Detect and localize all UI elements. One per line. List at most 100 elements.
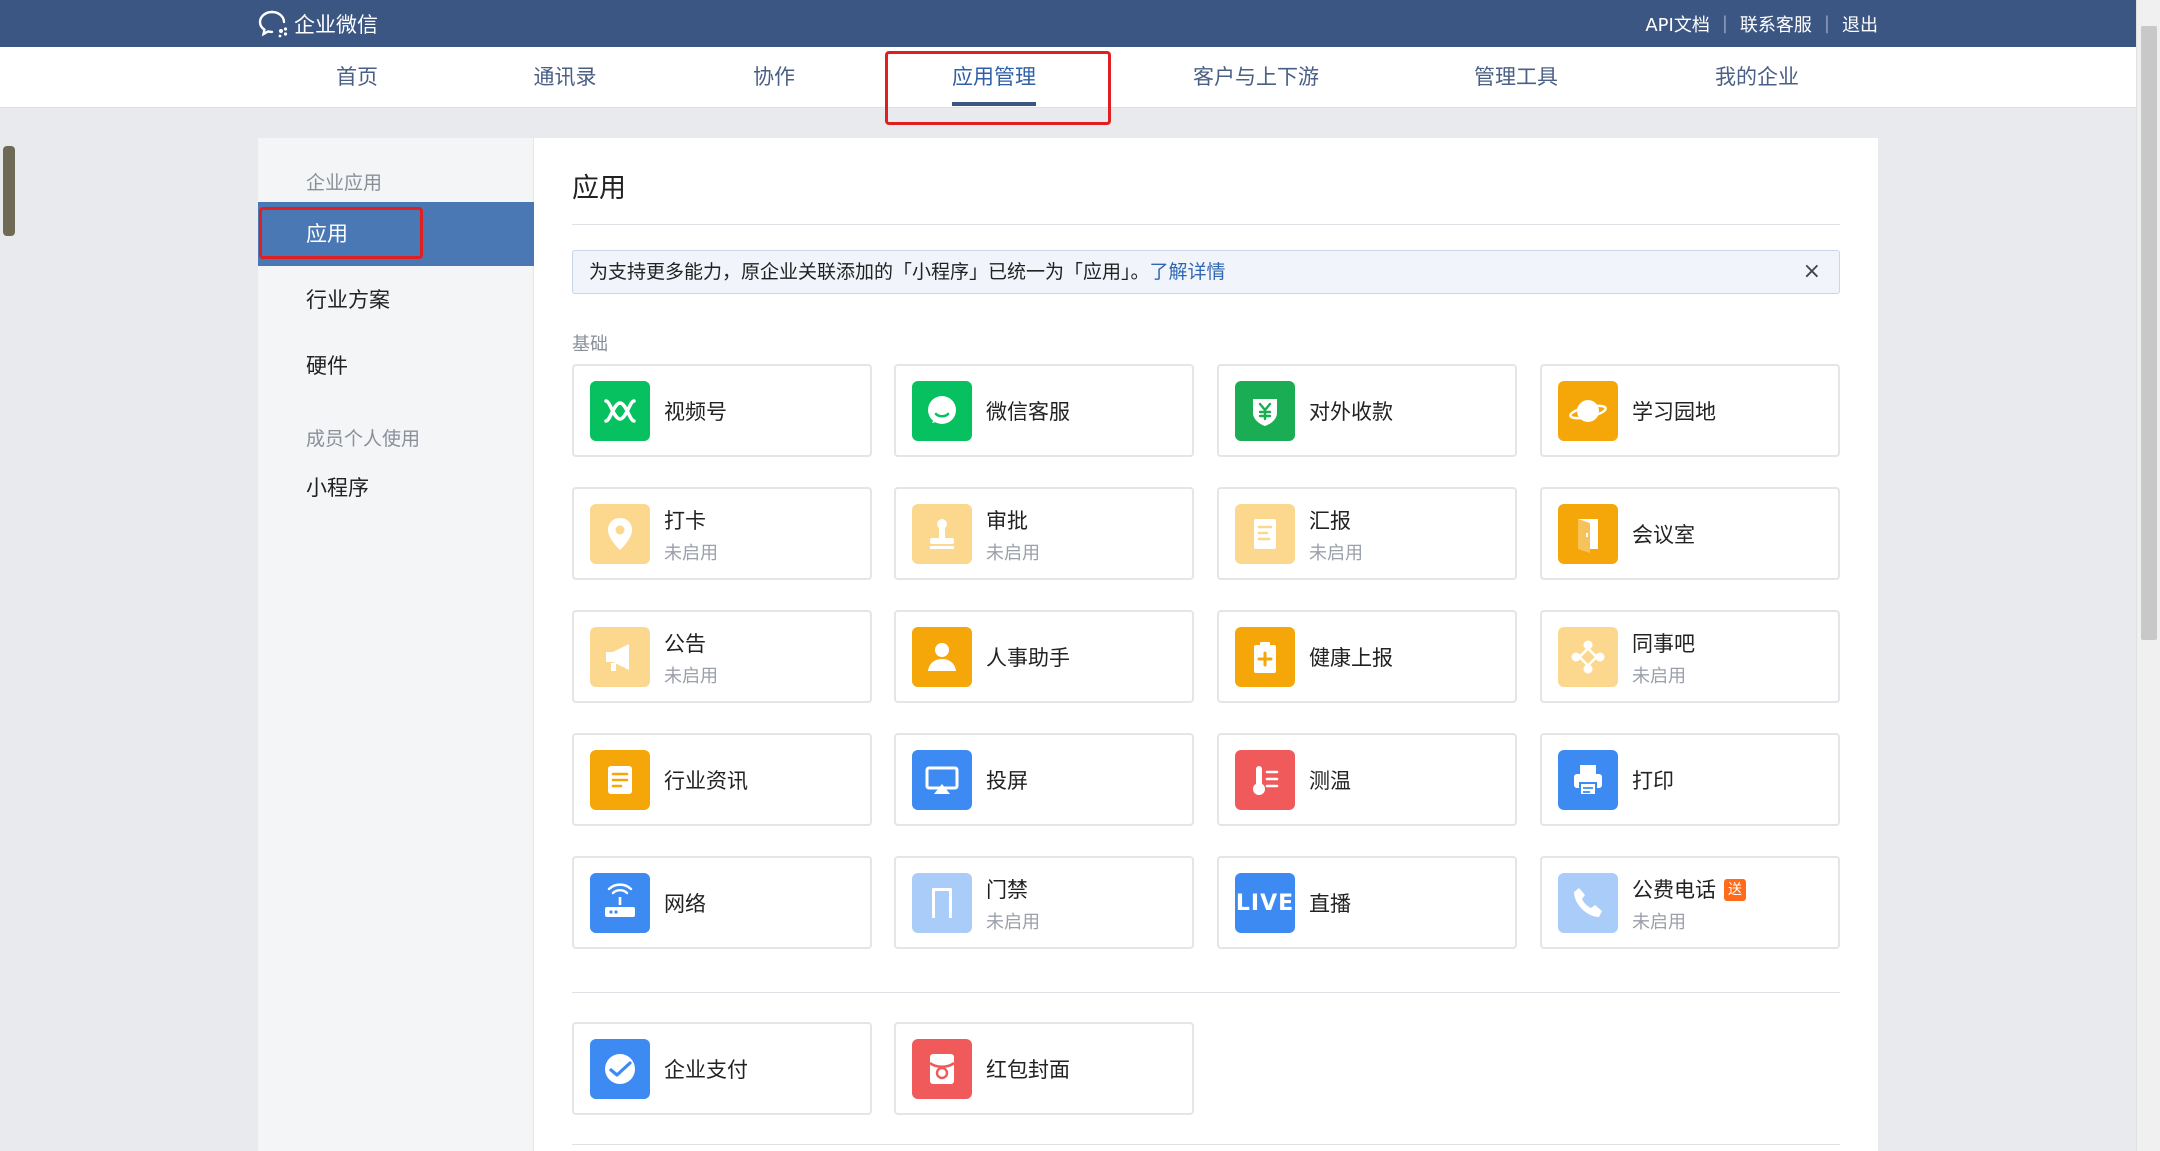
report-icon [1235, 504, 1295, 564]
app-tile[interactable]: 打印 [1540, 733, 1840, 826]
sidebar-group-personal-use: 成员个人使用 [306, 428, 421, 450]
access-door-icon [912, 873, 972, 933]
contact-support-link[interactable]: 联系客服 [1740, 11, 1812, 37]
app-tile[interactable]: 对外收款 [1217, 364, 1517, 457]
wecom-logo[interactable]: 企业微信 [258, 9, 378, 39]
app-name: 审批 [986, 505, 1028, 535]
nav-customers[interactable]: 客户与上下游 [1193, 47, 1319, 108]
section-label-basic: 基础 [572, 334, 608, 355]
sidebar-item-mini-programs[interactable]: 小程序 [258, 456, 534, 520]
payment-icon [1235, 381, 1295, 441]
left-scroll-handle[interactable] [3, 146, 15, 236]
app-name-text: 投屏 [986, 769, 1028, 793]
printer-icon [1558, 750, 1618, 810]
sidebar-item-apps[interactable]: 应用 [258, 202, 534, 266]
app-name-text: 测温 [1309, 769, 1351, 793]
app-name: 红包封面 [986, 1054, 1070, 1084]
app-name-text: 打卡 [664, 509, 706, 533]
app-tile[interactable]: 人事助手 [894, 610, 1194, 703]
app-name: 汇报 [1309, 505, 1351, 535]
app-tile[interactable]: 微信客服 [894, 364, 1194, 457]
app-tile[interactable]: 门禁 未启用 [894, 856, 1194, 949]
nav-home[interactable]: 首页 [336, 47, 378, 108]
phone-icon [1558, 873, 1618, 933]
app-status: 未启用 [1632, 666, 1686, 687]
screen-cast-icon [912, 750, 972, 810]
app-status: 未启用 [664, 543, 718, 564]
page-title: 应用 [572, 173, 626, 204]
link-separator: | [1823, 13, 1830, 34]
scrollbar-thumb[interactable] [2141, 26, 2157, 640]
app-tile[interactable]: LIVE 直播 [1217, 856, 1517, 949]
nav-collaboration[interactable]: 协作 [753, 47, 795, 108]
app-tile[interactable]: 公费电话送未启用 [1540, 856, 1840, 949]
wecom-logo-icon [258, 10, 288, 38]
close-icon[interactable]: × [1803, 251, 1821, 293]
app-tile[interactable]: 汇报 未启用 [1217, 487, 1517, 580]
app-name-text: 审批 [986, 509, 1028, 533]
sidebar-group-enterprise-apps: 企业应用 [306, 172, 383, 194]
app-name: 对外收款 [1309, 396, 1393, 426]
app-status: 未启用 [1632, 912, 1686, 933]
app-tile[interactable]: 会议室 [1540, 487, 1840, 580]
enterprise-pay-icon [590, 1039, 650, 1099]
app-tile[interactable]: 健康上报 [1217, 610, 1517, 703]
nav-my-company[interactable]: 我的企业 [1715, 47, 1799, 108]
app-name: 打卡 [664, 505, 706, 535]
nav-contacts[interactable]: 通讯录 [534, 47, 597, 108]
gift-badge: 送 [1724, 879, 1746, 901]
app-name-text: 红包封面 [986, 1058, 1070, 1082]
app-status: 未启用 [986, 912, 1040, 933]
app-tile[interactable]: 红包封面 [894, 1022, 1194, 1115]
app-name-text: 直播 [1309, 892, 1351, 916]
app-tile[interactable]: 投屏 [894, 733, 1194, 826]
app-name: 测温 [1309, 765, 1351, 795]
app-name: 微信客服 [986, 396, 1070, 426]
vertical-scrollbar[interactable] [2136, 0, 2160, 1151]
app-tile[interactable]: 同事吧 未启用 [1540, 610, 1840, 703]
app-name: 网络 [664, 888, 706, 918]
app-name-text: 汇报 [1309, 509, 1351, 533]
sidebar-item-industry-solutions[interactable]: 行业方案 [258, 268, 534, 332]
title-divider [572, 224, 1840, 225]
app-name-text: 会议室 [1632, 523, 1695, 547]
app-name-text: 对外收款 [1309, 400, 1393, 424]
medical-clipboard-icon [1235, 627, 1295, 687]
app-tile[interactable]: 网络 [572, 856, 872, 949]
main-card: 企业应用 应用 行业方案 硬件 成员个人使用 小程序 应用 为支持更多能力，原企… [258, 138, 1878, 1151]
router-icon [590, 873, 650, 933]
app-name: 门禁 [986, 874, 1028, 904]
header-links: API文档 | 联系客服 | 退出 [1645, 0, 1878, 47]
door-icon [1558, 504, 1618, 564]
sidebar-item-hardware[interactable]: 硬件 [258, 334, 534, 398]
live-icon: LIVE [1235, 873, 1295, 933]
link-separator: | [1721, 13, 1728, 34]
app-tile[interactable]: 行业资讯 [572, 733, 872, 826]
app-tile[interactable]: 打卡 未启用 [572, 487, 872, 580]
app-name: 人事助手 [986, 642, 1070, 672]
app-name: 公告 [664, 628, 706, 658]
app-name: 企业支付 [664, 1054, 748, 1084]
app-name: 学习园地 [1632, 396, 1716, 426]
app-tile[interactable]: 视频号 [572, 364, 872, 457]
planet-icon [1558, 381, 1618, 441]
app-name: 健康上报 [1309, 642, 1393, 672]
app-name: 同事吧 [1632, 628, 1695, 658]
notice-learn-more-link[interactable]: 了解详情 [1150, 261, 1226, 283]
nav-app-management[interactable]: 应用管理 [952, 47, 1036, 108]
app-tile[interactable]: 企业支付 [572, 1022, 872, 1115]
app-tile[interactable]: 测温 [1217, 733, 1517, 826]
app-tile[interactable]: 学习园地 [1540, 364, 1840, 457]
nav-admin-tools[interactable]: 管理工具 [1474, 47, 1558, 108]
sidebar: 企业应用 应用 行业方案 硬件 成员个人使用 小程序 [258, 138, 534, 1151]
app-name-text: 视频号 [664, 400, 727, 424]
app-name-text: 企业支付 [664, 1058, 748, 1082]
app-tile[interactable]: 审批 未启用 [894, 487, 1194, 580]
channels-icon [590, 381, 650, 441]
stamp-icon [912, 504, 972, 564]
api-docs-link[interactable]: API文档 [1645, 11, 1709, 37]
app-name-text: 人事助手 [986, 646, 1070, 670]
logout-link[interactable]: 退出 [1842, 11, 1878, 37]
app-tile[interactable]: 公告 未启用 [572, 610, 872, 703]
app-name-text: 公告 [664, 632, 706, 656]
